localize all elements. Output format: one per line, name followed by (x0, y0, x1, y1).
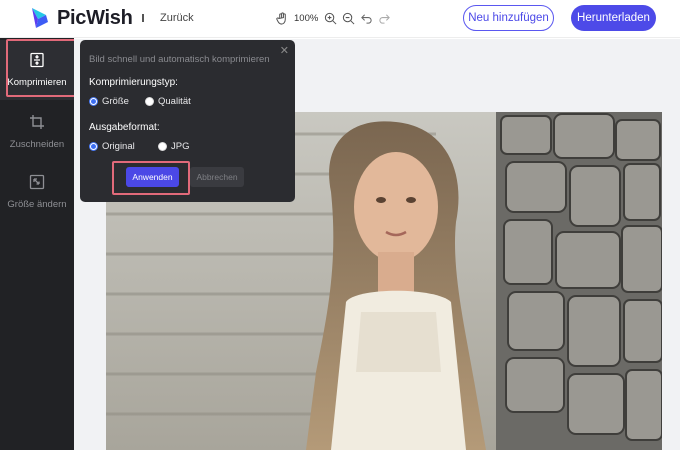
crop-icon (29, 114, 45, 133)
cancel-button[interactable]: Abbrechen (190, 167, 244, 187)
radio-label: JPG (171, 141, 190, 152)
sidebar-item-crop[interactable]: Zuschneiden (0, 102, 74, 162)
output-format-label: Ausgabeformat: (89, 122, 160, 133)
brand-name: PicWish (57, 7, 133, 29)
zoom-out-icon[interactable] (341, 11, 355, 25)
back-link[interactable]: Zurück (160, 12, 194, 24)
sidebar: Komprimieren Zuschneiden Größe ändern (0, 38, 74, 450)
undo-icon[interactable] (359, 11, 373, 25)
redo-icon[interactable] (377, 11, 391, 25)
zoom-level: 100% (294, 12, 319, 24)
radio-checked-icon[interactable] (89, 142, 98, 151)
radio-label: Original (102, 141, 135, 152)
compression-type-label: Komprimierungstyp: (89, 77, 178, 88)
sidebar-item-resize[interactable]: Größe ändern (0, 162, 74, 222)
radio-size[interactable]: Größe (89, 96, 129, 107)
picwish-logo-icon (30, 6, 52, 30)
popup-description: Bild schnell und automatisch komprimiere… (89, 54, 270, 65)
highlight-frame-compress (6, 39, 78, 97)
zoom-toolbar: 100% (275, 11, 391, 25)
radio-original[interactable]: Original (89, 141, 135, 152)
radio-quality[interactable]: Qualität (145, 96, 191, 107)
radio-checked-icon[interactable] (89, 97, 98, 106)
top-bar: PicWish Zurück 100% Neu hinzufügen Herun… (0, 0, 680, 38)
radio-label: Qualität (158, 96, 191, 107)
resize-icon (29, 174, 45, 193)
add-new-button[interactable]: Neu hinzufügen (463, 5, 554, 31)
sidebar-item-label: Größe ändern (7, 199, 67, 210)
hand-icon[interactable] (275, 11, 289, 25)
radio-unchecked-icon[interactable] (145, 97, 154, 106)
divider (142, 14, 144, 22)
zoom-in-icon[interactable] (323, 11, 337, 25)
radio-jpg[interactable]: JPG (158, 141, 189, 152)
sidebar-item-label: Zuschneiden (9, 139, 65, 150)
close-icon[interactable]: ✕ (280, 44, 289, 57)
highlight-frame-apply (112, 161, 190, 195)
radio-unchecked-icon[interactable] (158, 142, 167, 151)
download-button[interactable]: Herunterladen (571, 5, 656, 31)
radio-label: Größe (102, 96, 129, 107)
